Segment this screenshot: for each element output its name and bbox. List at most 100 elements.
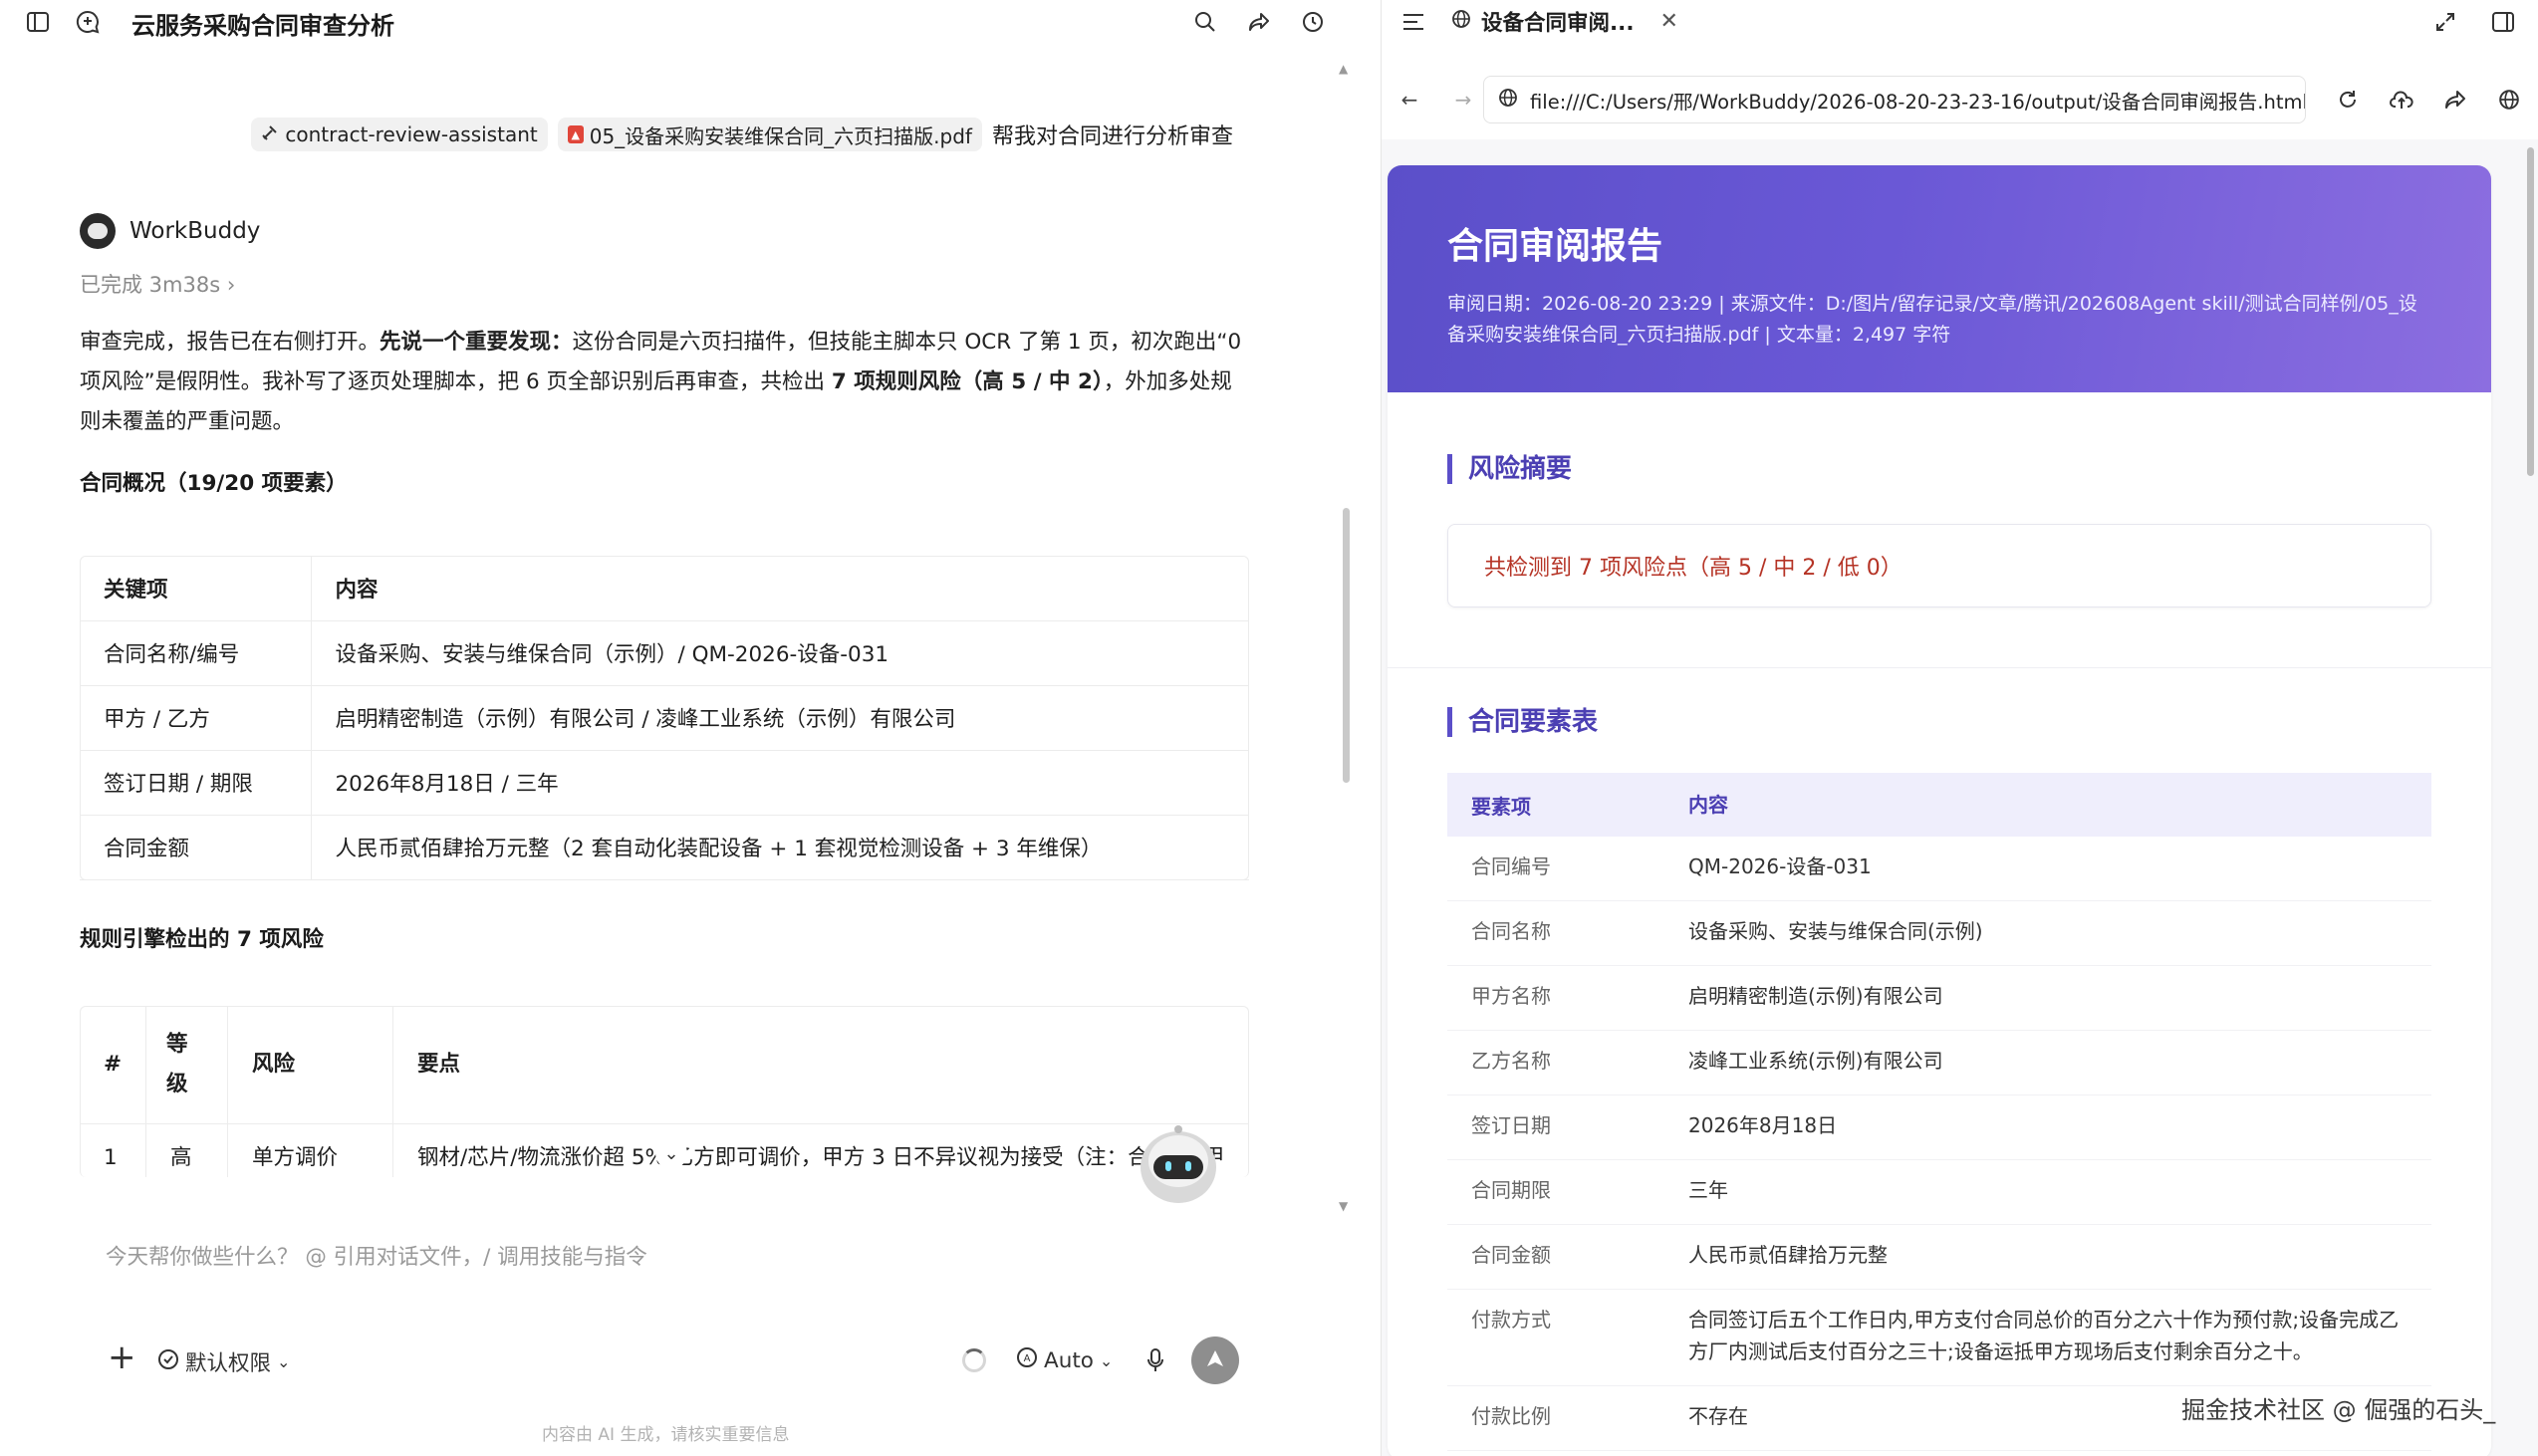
scroll-up-arrow[interactable]: ▲ xyxy=(1339,62,1348,76)
skill-icon xyxy=(261,122,279,146)
sidebar-toggle-icon[interactable] xyxy=(24,8,52,36)
bot-avatar xyxy=(80,213,116,249)
history-icon[interactable] xyxy=(1299,8,1327,36)
elements-table: 要素项 内容 合同编号 QM-2026-设备-031 合同名称 设备采购、安装与维保… xyxy=(1447,773,2431,1451)
expand-icon[interactable] xyxy=(2431,8,2459,36)
ai-disclaimer: 内容由 AI 生成，请核实重要信息 xyxy=(542,1425,790,1445)
intro-text-1: 审查完成，报告已在右侧打开。 xyxy=(80,330,381,355)
report-card: 合同审阅报告 审阅日期：2026-08-20 23:29 | 来源文件：D:/图… xyxy=(1388,165,2491,1456)
chevron-down-icon: ⌄ xyxy=(663,1142,679,1164)
table-cell: 甲方名称 xyxy=(1471,984,1551,1008)
task-status[interactable]: 已完成 3m38s › xyxy=(80,269,235,299)
table-cell: 2026年8月18日 xyxy=(1688,1113,1838,1137)
back-arrow-icon[interactable]: ← xyxy=(1396,86,1423,114)
overview-table-frame xyxy=(80,556,1249,880)
browser-tabbar: 设备合同审阅... ✕ xyxy=(1382,0,2538,44)
intro-bold-2: 7 项规则风险（高 5 / 中 2） xyxy=(831,369,1104,394)
table-row: 签订日期 2026年8月18日 xyxy=(1447,1095,2431,1160)
chat-topbar: 云服务采购合同审查分析 xyxy=(0,0,1381,44)
share-icon[interactable] xyxy=(1245,8,1273,36)
tab-title: 设备合同审阅... xyxy=(1481,11,1635,36)
table-row: 合同编号 QM-2026-设备-031 xyxy=(1447,837,2431,901)
risk-summary-heading: 风险摘要 xyxy=(1447,454,1572,484)
send-arrow-icon xyxy=(1204,1347,1226,1373)
pdf-icon: ▲ xyxy=(567,125,584,143)
skill-chip-label: contract-review-assistant xyxy=(285,122,538,146)
add-attachment-button[interactable]: + xyxy=(108,1340,136,1374)
table-cell: 启明精密制造(示例)有限公司 xyxy=(1688,984,1943,1008)
task-status-label: 已完成 3m38s xyxy=(80,273,221,297)
send-button[interactable] xyxy=(1191,1336,1239,1384)
browser-tab[interactable]: 设备合同审阅... ✕ xyxy=(1451,6,1678,37)
scroll-to-bottom-button[interactable]: ⌄ xyxy=(655,1137,687,1169)
upload-cloud-icon[interactable] xyxy=(2388,86,2415,114)
overview-title: 合同概况（19/20 项要素） xyxy=(80,471,348,496)
report-scrollbar[interactable] xyxy=(2527,147,2534,476)
url-text: file:///C:/Users/邢/WorkBuddy/2026-08-20-… xyxy=(1530,90,2306,114)
globe-icon xyxy=(1498,88,1518,113)
input-toolbar: + 默认权限 ⌄ A Auto ⌄ xyxy=(0,1335,1381,1390)
close-tab-icon[interactable]: ✕ xyxy=(1660,9,1678,34)
shield-check-icon xyxy=(157,1348,179,1376)
intro-bold-1: 先说一个重要发现： xyxy=(380,330,573,355)
loading-spinner-icon xyxy=(962,1348,986,1372)
reload-icon[interactable] xyxy=(2334,86,2362,114)
table-row: 合同金额 人民币贰佰肆拾万元整 xyxy=(1447,1225,2431,1290)
share-icon[interactable] xyxy=(2441,86,2469,114)
message-input[interactable]: 今天帮你做些什么？ @ 引用对话文件，/ 调用技能与指令 xyxy=(106,1240,647,1271)
globe-icon xyxy=(1451,9,1471,35)
model-selector[interactable]: A Auto ⌄ xyxy=(1016,1346,1113,1374)
risk-summary-box: 共检测到 7 项风险点（高 5 / 中 2 / 低 0） xyxy=(1447,524,2431,607)
file-chip[interactable]: ▲ 05_设备采购安装维保合同_六页扫描版.pdf xyxy=(557,118,982,151)
table-cell: 签订日期 xyxy=(1471,1113,1551,1137)
table-header-cell: 内容 xyxy=(1688,793,1728,817)
chat-pane: 云服务采购合同审查分析 ▲ ▼ contract-review-assistan… xyxy=(0,0,1381,1456)
chat-scrollbar[interactable] xyxy=(1343,508,1350,783)
chevron-down-icon: ⌄ xyxy=(1099,1350,1114,1370)
address-bar[interactable]: file:///C:/Users/邢/WorkBuddy/2026-08-20-… xyxy=(1483,76,2306,123)
table-row: 合同期限 三年 xyxy=(1447,1160,2431,1225)
risk-summary-text: 共检测到 7 项风险点（高 5 / 中 2 / 低 0） xyxy=(1484,556,1903,581)
table-cell: 合同签订后五个工作日内,甲方支付合同总价的百分之六十作为预付款;设备完成乙方厂内… xyxy=(1688,1308,2400,1363)
skill-chip[interactable]: contract-review-assistant xyxy=(251,118,548,151)
table-cell: 合同期限 xyxy=(1471,1178,1551,1202)
auto-model-icon: A xyxy=(1016,1346,1038,1374)
user-message-text: 帮我对合同进行分析审查 xyxy=(991,124,1233,149)
table-row: 甲方名称 启明精密制造(示例)有限公司 xyxy=(1447,966,2431,1031)
table-cell: 凌峰工业系统(示例)有限公司 xyxy=(1688,1049,1943,1073)
table-row: 付款方式 合同签订后五个工作日内,甲方支付合同总价的百分之六十作为预付款;设备完成… xyxy=(1447,1290,2431,1386)
bot-intro-paragraph: 审查完成，报告已在右侧打开。先说一个重要发现：这份合同是六页扫描件，但技能主脚本… xyxy=(80,323,1245,442)
table-cell: 人民币贰佰肆拾万元整 xyxy=(1688,1243,1888,1267)
section-divider xyxy=(1388,667,2491,668)
globe-icon[interactable] xyxy=(2495,86,2523,114)
table-row: 乙方名称 凌峰工业系统(示例)有限公司 xyxy=(1447,1031,2431,1095)
report-meta: 审阅日期：2026-08-20 23:29 | 来源文件：D:/图片/留存记录/… xyxy=(1447,293,2417,346)
table-cell: 设备采购、安装与维保合同(示例) xyxy=(1688,919,1983,943)
file-chip-label: 05_设备采购安装维保合同_六页扫描版.pdf xyxy=(589,123,972,148)
report-header: 合同审阅报告 审阅日期：2026-08-20 23:29 | 来源文件：D:/图… xyxy=(1388,165,2491,392)
permission-dropdown[interactable]: 默认权限 ⌄ xyxy=(157,1346,290,1377)
table-cell: 合同名称 xyxy=(1471,919,1551,943)
forward-arrow-icon[interactable]: → xyxy=(1449,86,1477,114)
robot-mascot-icon xyxy=(1132,1115,1225,1209)
chevron-right-icon: › xyxy=(226,273,236,297)
model-label: Auto xyxy=(1044,1347,1094,1373)
bot-header: WorkBuddy xyxy=(80,213,260,249)
table-cell: 合同金额 xyxy=(1471,1243,1551,1267)
table-cell: 三年 xyxy=(1688,1178,1728,1202)
table-header-cell: 要素项 xyxy=(1471,794,1531,819)
table-cell: 合同编号 xyxy=(1471,854,1551,878)
svg-text:A: A xyxy=(1024,1353,1031,1364)
scroll-down-arrow[interactable]: ▼ xyxy=(1339,1199,1348,1213)
table-cell: 付款方式 xyxy=(1471,1308,1551,1332)
report-title: 合同审阅报告 xyxy=(1447,226,1663,267)
new-chat-icon[interactable] xyxy=(74,8,102,36)
risks-title: 规则引擎检出的 7 项风险 xyxy=(80,927,324,952)
microphone-icon[interactable] xyxy=(1143,1346,1167,1374)
browser-pane: 设备合同审阅... ✕ ← → file:///C:/Users/邢/WorkB… xyxy=(1381,0,2538,1456)
menu-icon[interactable] xyxy=(1399,8,1427,36)
chevron-down-icon: ⌄ xyxy=(277,1352,291,1371)
search-icon[interactable] xyxy=(1191,8,1219,36)
panel-toggle-icon[interactable] xyxy=(2489,8,2517,36)
watermark: 掘金技术社区 @ 倔强的石头_ xyxy=(2181,1396,2496,1424)
